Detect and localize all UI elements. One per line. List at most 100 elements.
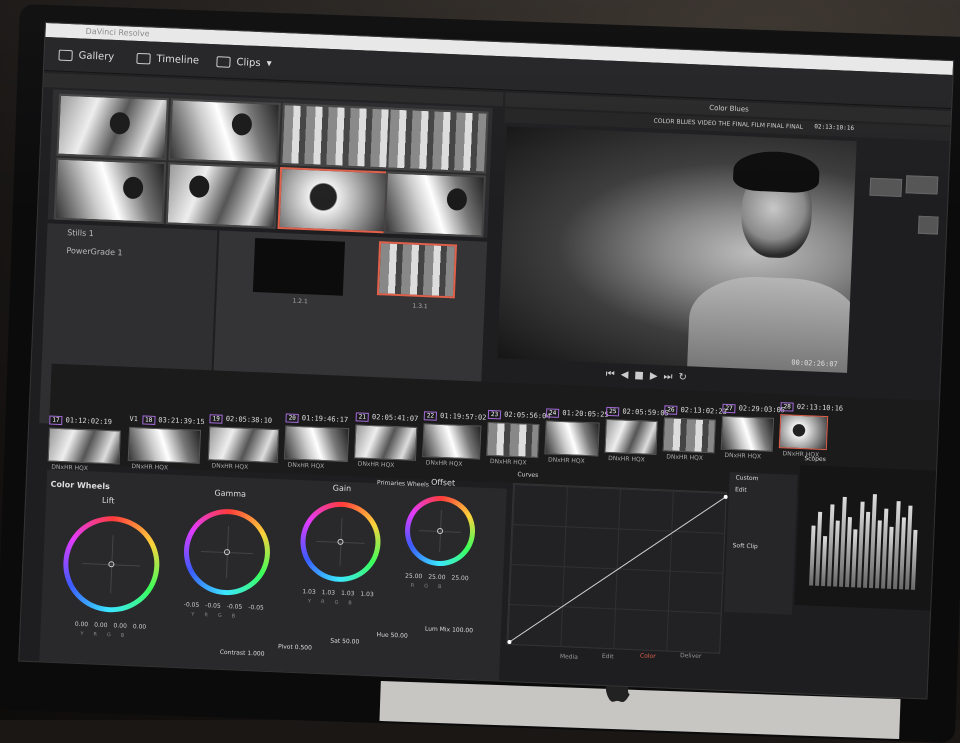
clips-button[interactable]: Clips ▾ <box>216 53 272 71</box>
resolve-screen: DaVinci Resolve Gallery Timeline Clips ▾… <box>18 22 955 700</box>
clip-tc: 26 02:13:02:23 <box>664 405 727 417</box>
curves-title: Curves <box>517 471 539 480</box>
gamma-values: -0.05 -0.05 -0.05 -0.05 <box>183 601 264 612</box>
offset-values: 25.00 25.00 25.00 <box>404 572 469 583</box>
gain-title: Gain <box>332 483 352 494</box>
subject-shoulders <box>686 274 857 373</box>
still-thumb[interactable] <box>383 171 486 238</box>
sat-control[interactable]: Sat 50.00 <box>330 637 359 645</box>
clip-thumb[interactable] <box>353 424 418 461</box>
clip-codec: DNxHR HQX <box>211 462 249 471</box>
lift-channel-labels: YRGB <box>80 631 125 639</box>
clip-thumb[interactable] <box>127 426 202 464</box>
scopes-label: Scopes <box>804 455 826 464</box>
clip-codec: DNxHR HQX <box>287 461 325 471</box>
curves-sidebar: Custom Edit Soft Clip <box>723 472 798 615</box>
gallery-button[interactable]: Gallery <box>58 47 114 65</box>
clips-label: Clips <box>236 56 261 69</box>
curve-line <box>507 494 728 644</box>
gamma-wheel[interactable] <box>182 507 272 597</box>
still-thumb[interactable] <box>386 107 489 174</box>
contrast-control[interactable]: Contrast 1.000 <box>220 649 265 658</box>
clip-tc: 20 01:19:46:17 <box>285 413 348 425</box>
node-01[interactable] <box>869 177 903 198</box>
offset-wheel[interactable] <box>403 494 477 568</box>
hue-control[interactable]: Hue 50.00 <box>376 631 407 639</box>
timeline-icon <box>136 52 151 64</box>
lift-values: 0.00 0.00 0.00 0.00 <box>74 620 147 631</box>
offset-channel-labels: RGB <box>410 582 442 591</box>
page-color[interactable]: Color <box>640 652 656 660</box>
node-03[interactable] <box>917 215 939 235</box>
gamma-title: Gamma <box>214 488 247 499</box>
clip-thumb[interactable] <box>662 417 716 454</box>
page-media[interactable]: Media <box>560 653 578 661</box>
gamma-channel-labels: YRGB <box>191 611 236 620</box>
offset-title: Offset <box>430 477 456 488</box>
clip-thumb[interactable] <box>47 427 121 465</box>
timeline-button[interactable]: Timeline <box>136 50 199 69</box>
page-edit[interactable]: Edit <box>602 653 614 660</box>
viewer-image[interactable]: 00:02:26:07 <box>497 126 857 373</box>
clip-codec: DNxHR HQX <box>724 451 762 461</box>
curves-editor[interactable] <box>506 483 728 654</box>
clip-codec: DNxHR HQX <box>608 454 645 464</box>
clip-tc: 22 01:19:57:02 <box>423 411 487 423</box>
still-thumb[interactable] <box>165 162 279 229</box>
clip-tc: 17 01:12:02:19 <box>49 415 112 428</box>
clip-codec: DNxHR HQX <box>666 453 704 462</box>
album-powergrade-1[interactable]: PowerGrade 1 <box>66 246 123 257</box>
timeline-label: Timeline <box>156 53 200 66</box>
clip-thumb[interactable] <box>720 415 775 452</box>
still-thumb-black[interactable] <box>252 237 346 296</box>
clip-tc: V1 18 03:21:39:15 <box>129 414 205 427</box>
edit-label: Edit <box>734 486 747 494</box>
waveform-scope <box>794 465 938 611</box>
gain-values: 1.03 1.03 1.03 1.03 <box>302 588 374 599</box>
clips-icon <box>216 55 231 68</box>
page-deliver[interactable]: Deliver <box>680 652 702 660</box>
subject-hair <box>732 149 821 194</box>
clip-thumb[interactable] <box>486 421 540 459</box>
lift-wheel[interactable] <box>61 514 162 615</box>
gallery-icon <box>58 49 73 61</box>
clip-thumb[interactable] <box>283 425 350 463</box>
clip-thumb[interactable] <box>604 418 658 455</box>
soft-clip-label: Soft Clip <box>732 542 758 551</box>
color-wheels-panel: Color Wheels Primaries Wheels Lift 0.00 0… <box>39 469 507 683</box>
color-wheels-title: Color Wheels <box>50 479 111 492</box>
gallery-stills-grid <box>47 89 493 238</box>
still-thumb[interactable] <box>280 103 393 170</box>
pivot-control[interactable]: Pivot 0.500 <box>278 643 312 651</box>
still-thumb-selected[interactable] <box>376 241 458 299</box>
still-label: 1.2.1 <box>292 297 308 306</box>
clip-tc: 21 02:05:41:07 <box>355 412 418 424</box>
clip-codec: DNxHR HQX <box>425 459 463 468</box>
still-thumb[interactable] <box>168 98 281 165</box>
still-label: 1.3.1 <box>412 302 428 311</box>
clip-thumb[interactable] <box>207 426 280 464</box>
clip-thumb[interactable] <box>422 423 482 460</box>
clip-codec: DNxHR HQX <box>357 460 395 470</box>
clip-tc: 28 02:13:10:16 <box>780 402 843 414</box>
clip-tc: 23 02:05:56:04 <box>487 409 551 422</box>
transport-controls[interactable]: ⏮◀■▶⏭↻ <box>606 369 694 384</box>
gain-wheel[interactable] <box>298 500 383 584</box>
still-thumb[interactable] <box>56 93 169 161</box>
clip-tc: 25 02:05:59:05 <box>605 406 669 419</box>
lift-title: Lift <box>101 495 115 506</box>
still-thumb[interactable] <box>53 157 167 225</box>
clip-thumb[interactable] <box>544 420 600 457</box>
gallery-label: Gallery <box>78 49 115 63</box>
album-stills-1[interactable]: Stills 1 <box>67 228 94 238</box>
clip-codec: DNxHR HQX <box>489 458 527 467</box>
clip-tc: 27 02:29:03:05 <box>722 403 785 416</box>
clip-number-badge: 17 <box>49 415 63 426</box>
custom-label: Custom <box>735 474 759 483</box>
still-thumb-selected[interactable] <box>277 166 391 234</box>
primaries-wheels-title: Primaries Wheels <box>376 479 430 489</box>
lum-mix-control[interactable]: Lum Mix 100.00 <box>425 625 473 634</box>
clip-codec: DNxHR HQX <box>547 456 585 465</box>
node-02[interactable] <box>905 175 939 195</box>
clip-thumb-selected[interactable] <box>778 414 829 451</box>
